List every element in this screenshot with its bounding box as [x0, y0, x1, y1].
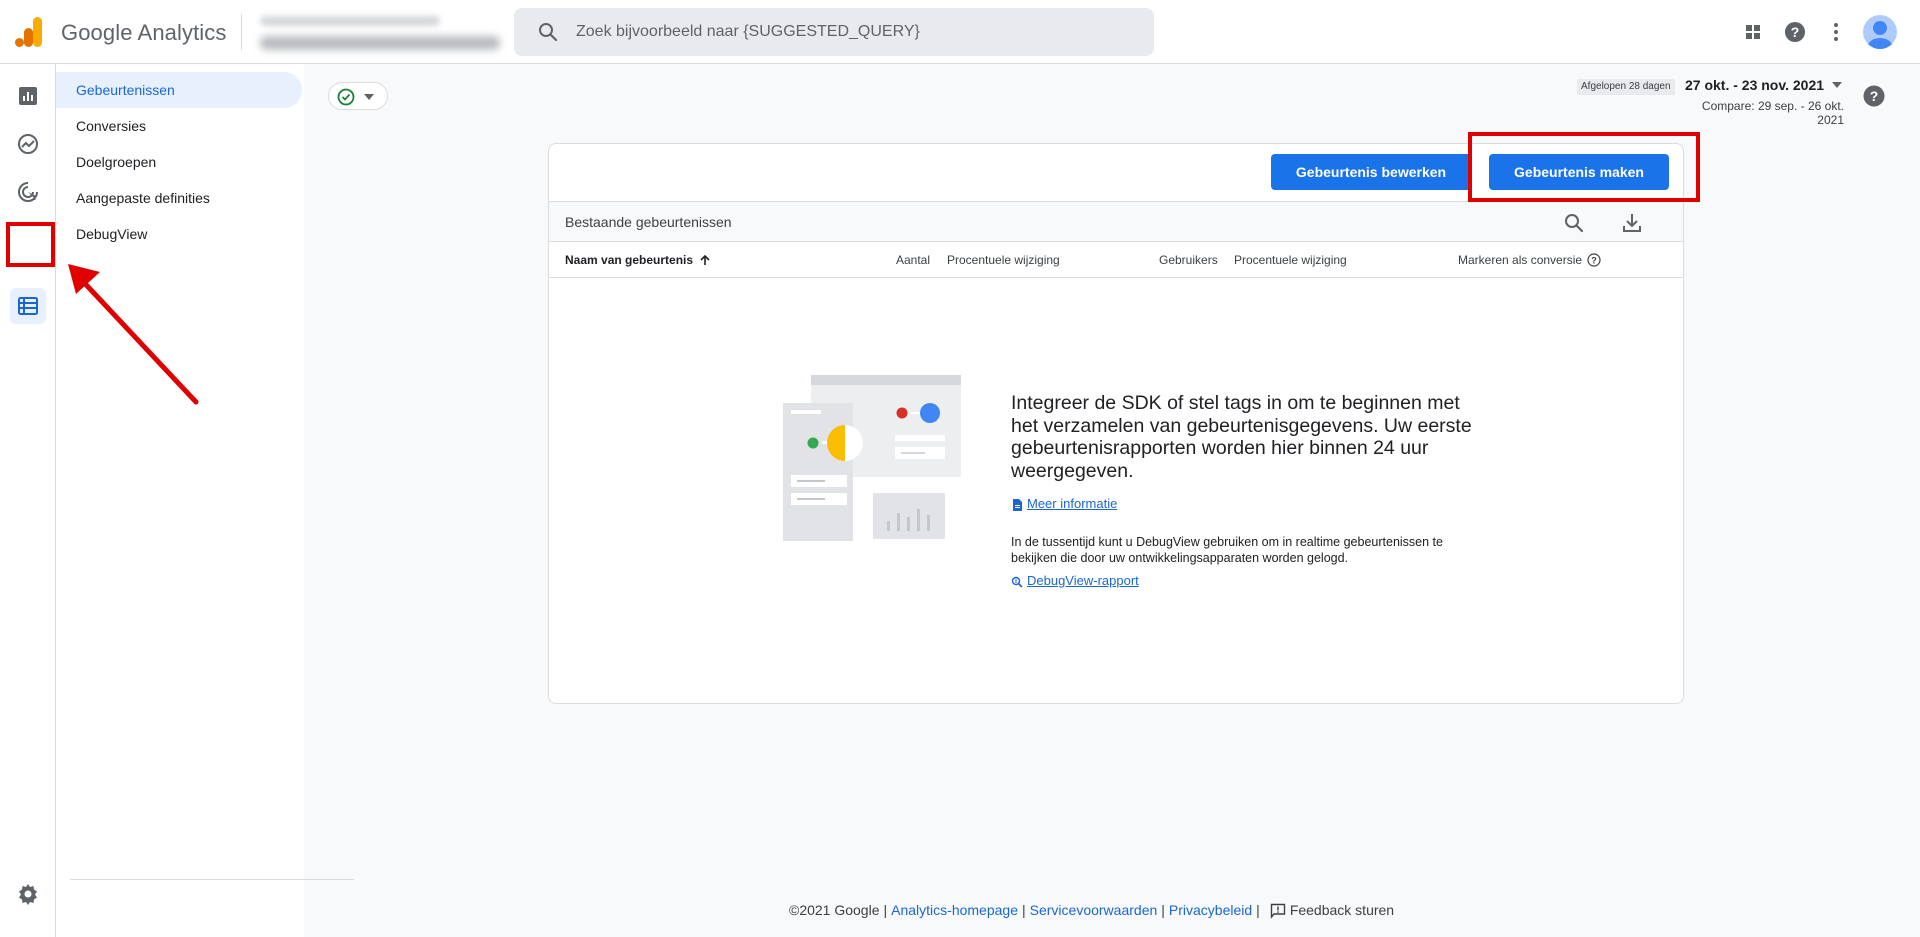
advertising-icon[interactable] — [16, 180, 40, 204]
search-bar[interactable] — [514, 8, 1154, 56]
learn-more-link[interactable]: Meer informatie — [1011, 496, 1117, 511]
subnav-item-aangepaste-definities[interactable]: Aangepaste definities — [56, 180, 302, 216]
empty-state-description: In de tussentijd kunt u DebugView gebrui… — [1011, 535, 1443, 565]
date-range-badge: Afgelopen 28 dagen — [1577, 79, 1675, 95]
empty-state-illustration — [783, 375, 961, 541]
column-count-change[interactable]: Procentuele wijziging — [947, 253, 1060, 267]
explore-icon[interactable] — [16, 132, 40, 156]
configure-subnav: Gebeurtenissen Conversies Doelgroepen Aa… — [56, 64, 354, 937]
account-name-redacted — [260, 16, 440, 26]
header-divider — [241, 14, 242, 50]
settings-icon[interactable] — [16, 882, 40, 906]
document-icon — [1013, 498, 1022, 511]
subnav-item-debugview[interactable]: DebugView — [56, 216, 302, 252]
events-card: Gebeurtenis bewerken Gebeurtenis maken B… — [548, 143, 1684, 704]
account-avatar[interactable] — [1863, 15, 1897, 49]
page-help-icon[interactable]: ? — [1862, 84, 1886, 108]
svg-text:?: ? — [1870, 88, 1879, 104]
page-footer: ©2021 Google | Analytics-homepage | Servicev… — [789, 902, 1395, 920]
more-vert-icon[interactable] — [1824, 20, 1848, 44]
column-mark-conversion[interactable]: Markeren als conversie ? — [1458, 253, 1602, 267]
search-input[interactable] — [576, 8, 1136, 56]
annotation-arrow — [68, 264, 199, 405]
chevron-down-icon — [364, 94, 374, 100]
feedback-icon[interactable] — [1270, 903, 1286, 920]
compare-range: Compare: 29 sep. - 26 okt. 2021 — [1701, 99, 1844, 127]
annotation-highlight-configure — [6, 222, 55, 267]
edit-event-button[interactable]: Gebeurtenis bewerken — [1271, 154, 1471, 190]
download-icon[interactable] — [1620, 211, 1644, 235]
footer-link-terms[interactable]: Servicevoorwaarden — [1030, 902, 1158, 918]
data-status-chip[interactable] — [328, 82, 388, 110]
account-selector[interactable] — [260, 14, 504, 54]
property-name-redacted — [260, 36, 500, 50]
empty-state-title: Integreer de SDK of stel tags in om te b… — [1011, 392, 1472, 482]
apps-grid-icon[interactable] — [1741, 20, 1765, 44]
top-app-bar: Google Analytics ? — [0, 0, 1920, 64]
footer-link-analytics-homepage[interactable]: Analytics-homepage — [891, 902, 1018, 918]
check-circle-icon — [337, 88, 355, 106]
svg-text:?: ? — [1791, 24, 1800, 40]
search-icon[interactable] — [1562, 211, 1586, 235]
footer-link-privacy[interactable]: Privacybeleid — [1169, 902, 1252, 918]
feedback-label[interactable]: Feedback sturen — [1290, 902, 1394, 918]
column-users-change[interactable]: Procentuele wijziging — [1234, 253, 1347, 267]
search-icon — [539, 23, 558, 42]
avatar-person-icon — [1867, 21, 1893, 49]
reports-icon[interactable] — [16, 84, 40, 108]
date-dropdown-icon[interactable] — [1832, 82, 1842, 88]
annotation-highlight-create-event — [1468, 132, 1700, 202]
column-users[interactable]: Gebruikers — [1159, 253, 1218, 267]
column-event-name-label: Naam van gebeurtenis — [565, 253, 694, 267]
debugview-report-label: DebugView-rapport — [1027, 573, 1139, 588]
app-title: Google Analytics — [61, 20, 227, 45]
help-icon[interactable]: ? — [1783, 20, 1807, 44]
help-outline-icon[interactable]: ? — [1587, 253, 1602, 267]
footer-copyright: ©2021 Google — [789, 902, 880, 918]
subnav-item-gebeurtenissen[interactable]: Gebeurtenissen — [56, 72, 302, 108]
events-table-header: Naam van gebeurtenis Aantal Procentuele … — [549, 242, 1683, 278]
arrow-up-icon — [700, 254, 710, 265]
configure-icon[interactable] — [16, 294, 40, 318]
subnav-divider — [70, 879, 354, 880]
left-navigation-rail — [0, 64, 56, 937]
debugview-report-link[interactable]: DebugView-rapport — [1011, 573, 1139, 588]
learn-more-label: Meer informatie — [1027, 496, 1118, 511]
subnav-item-conversies[interactable]: Conversies — [56, 108, 302, 144]
column-event-name[interactable]: Naam van gebeurtenis — [565, 253, 711, 267]
subnav-item-doelgroepen[interactable]: Doelgroepen — [56, 144, 302, 180]
existing-events-toolbar: Bestaande gebeurtenissen — [549, 201, 1683, 242]
debug-search-icon — [1011, 576, 1023, 588]
date-range-selector[interactable]: 27 okt. - 23 nov. 2021 — [1685, 77, 1824, 93]
svg-text:?: ? — [1592, 256, 1598, 266]
column-count[interactable]: Aantal — [896, 253, 930, 267]
existing-events-title: Bestaande gebeurtenissen — [565, 214, 732, 230]
column-mark-conversion-label: Markeren als conversie — [1458, 253, 1583, 267]
google-analytics-logo[interactable] — [15, 17, 43, 47]
